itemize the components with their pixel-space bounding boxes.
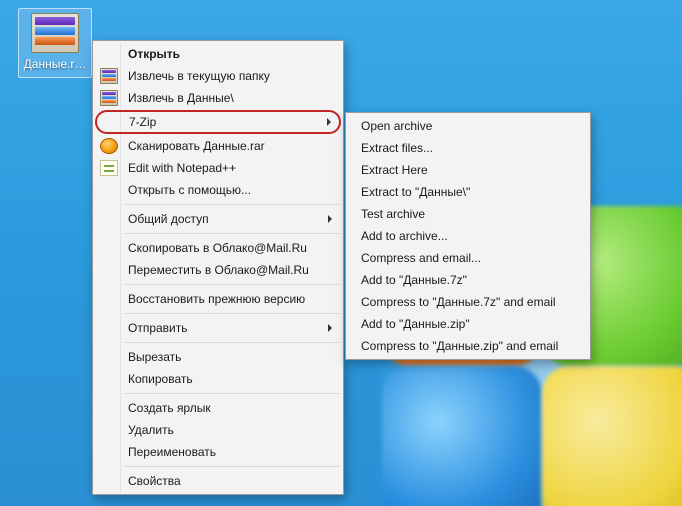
notepadpp-icon	[100, 160, 118, 176]
menu-properties[interactable]: Свойства	[95, 470, 341, 492]
menu-scan-label: Сканировать Данные.rar	[128, 139, 265, 153]
menu-7zip-label: 7-Zip	[129, 115, 156, 129]
menu-extract-here[interactable]: Извлечь в текущую папку	[95, 65, 341, 87]
menu-open[interactable]: Открыть	[95, 43, 341, 65]
7z-compress-zip-email[interactable]: Compress to "Данные.zip" and email	[348, 335, 588, 357]
7z-add-to-archive-label: Add to archive...	[361, 229, 448, 243]
context-menu: Открыть Извлечь в текущую папку Извлечь …	[92, 40, 344, 495]
menu-7zip[interactable]: 7-Zip	[95, 110, 341, 134]
menu-extract-here-label: Извлечь в текущую папку	[128, 69, 270, 83]
7z-compress-7z-email-label: Compress to "Данные.7z" and email	[361, 295, 556, 309]
menu-scan[interactable]: Сканировать Данные.rar	[95, 135, 341, 157]
menu-extract-to-folder-label: Извлечь в Данные\	[128, 91, 234, 105]
7z-extract-to[interactable]: Extract to "Данные\"	[348, 181, 588, 203]
desktop-file-icon[interactable]: Данные.r…	[18, 8, 92, 78]
7z-compress-zip-email-label: Compress to "Данные.zip" and email	[361, 339, 558, 353]
menu-share[interactable]: Общий доступ	[95, 208, 341, 230]
menu-notepadpp[interactable]: Edit with Notepad++	[95, 157, 341, 179]
menu-send-to[interactable]: Отправить	[95, 317, 341, 339]
7z-add-to-archive[interactable]: Add to archive...	[348, 225, 588, 247]
menu-copy[interactable]: Копировать	[95, 368, 341, 390]
7z-test[interactable]: Test archive	[348, 203, 588, 225]
menu-separator	[125, 313, 339, 314]
submenu-arrow-icon	[327, 118, 331, 126]
antivirus-scan-icon	[100, 138, 118, 154]
menu-copy-cloud-label: Скопировать в Облако@Mail.Ru	[128, 241, 307, 255]
7z-add-to-zip[interactable]: Add to "Данные.zip"	[348, 313, 588, 335]
7z-test-label: Test archive	[361, 207, 425, 221]
menu-restore[interactable]: Восстановить прежнюю версию	[95, 288, 341, 310]
menu-shortcut[interactable]: Создать ярлык	[95, 397, 341, 419]
menu-cut[interactable]: Вырезать	[95, 346, 341, 368]
menu-properties-label: Свойства	[128, 474, 181, 488]
7z-extract-here[interactable]: Extract Here	[348, 159, 588, 181]
menu-move-cloud-label: Переместить в Облако@Mail.Ru	[128, 263, 309, 277]
7z-extract-files[interactable]: Extract files...	[348, 137, 588, 159]
menu-restore-label: Восстановить прежнюю версию	[128, 292, 305, 306]
menu-open-with[interactable]: Открыть с помощью...	[95, 179, 341, 201]
menu-separator	[125, 233, 339, 234]
menu-copy-cloud[interactable]: Скопировать в Облако@Mail.Ru	[95, 237, 341, 259]
menu-separator	[125, 393, 339, 394]
menu-open-with-label: Открыть с помощью...	[128, 183, 251, 197]
menu-rename-label: Переименовать	[128, 445, 216, 459]
submenu-arrow-icon	[328, 215, 332, 223]
winrar-icon	[100, 68, 118, 84]
winrar-archive-icon	[31, 13, 79, 53]
7z-add-to-zip-label: Add to "Данные.zip"	[361, 317, 470, 331]
7z-add-to-7z-label: Add to "Данные.7z"	[361, 273, 467, 287]
7z-compress-email-label: Compress and email...	[361, 251, 481, 265]
submenu-7zip: Open archive Extract files... Extract He…	[345, 112, 591, 360]
7z-open-archive[interactable]: Open archive	[348, 115, 588, 137]
menu-open-label: Открыть	[128, 47, 180, 61]
7z-extract-files-label: Extract files...	[361, 141, 433, 155]
menu-separator	[125, 466, 339, 467]
winrar-icon	[100, 90, 118, 106]
menu-delete-label: Удалить	[128, 423, 174, 437]
submenu-arrow-icon	[328, 324, 332, 332]
menu-copy-label: Копировать	[128, 372, 193, 386]
desktop-file-label: Данные.r…	[21, 57, 89, 71]
menu-separator	[125, 204, 339, 205]
7z-extract-here-label: Extract Here	[361, 163, 428, 177]
menu-shortcut-label: Создать ярлык	[128, 401, 211, 415]
7z-compress-email[interactable]: Compress and email...	[348, 247, 588, 269]
menu-separator	[125, 342, 339, 343]
menu-send-to-label: Отправить	[128, 321, 188, 335]
menu-extract-to-folder[interactable]: Извлечь в Данные\	[95, 87, 341, 109]
menu-separator	[125, 284, 339, 285]
menu-delete[interactable]: Удалить	[95, 419, 341, 441]
menu-share-label: Общий доступ	[128, 212, 209, 226]
menu-move-cloud[interactable]: Переместить в Облако@Mail.Ru	[95, 259, 341, 281]
7z-compress-7z-email[interactable]: Compress to "Данные.7z" and email	[348, 291, 588, 313]
menu-cut-label: Вырезать	[128, 350, 181, 364]
7z-open-archive-label: Open archive	[361, 119, 432, 133]
7z-extract-to-label: Extract to "Данные\"	[361, 185, 470, 199]
7z-add-to-7z[interactable]: Add to "Данные.7z"	[348, 269, 588, 291]
menu-notepadpp-label: Edit with Notepad++	[128, 161, 236, 175]
menu-rename[interactable]: Переименовать	[95, 441, 341, 463]
